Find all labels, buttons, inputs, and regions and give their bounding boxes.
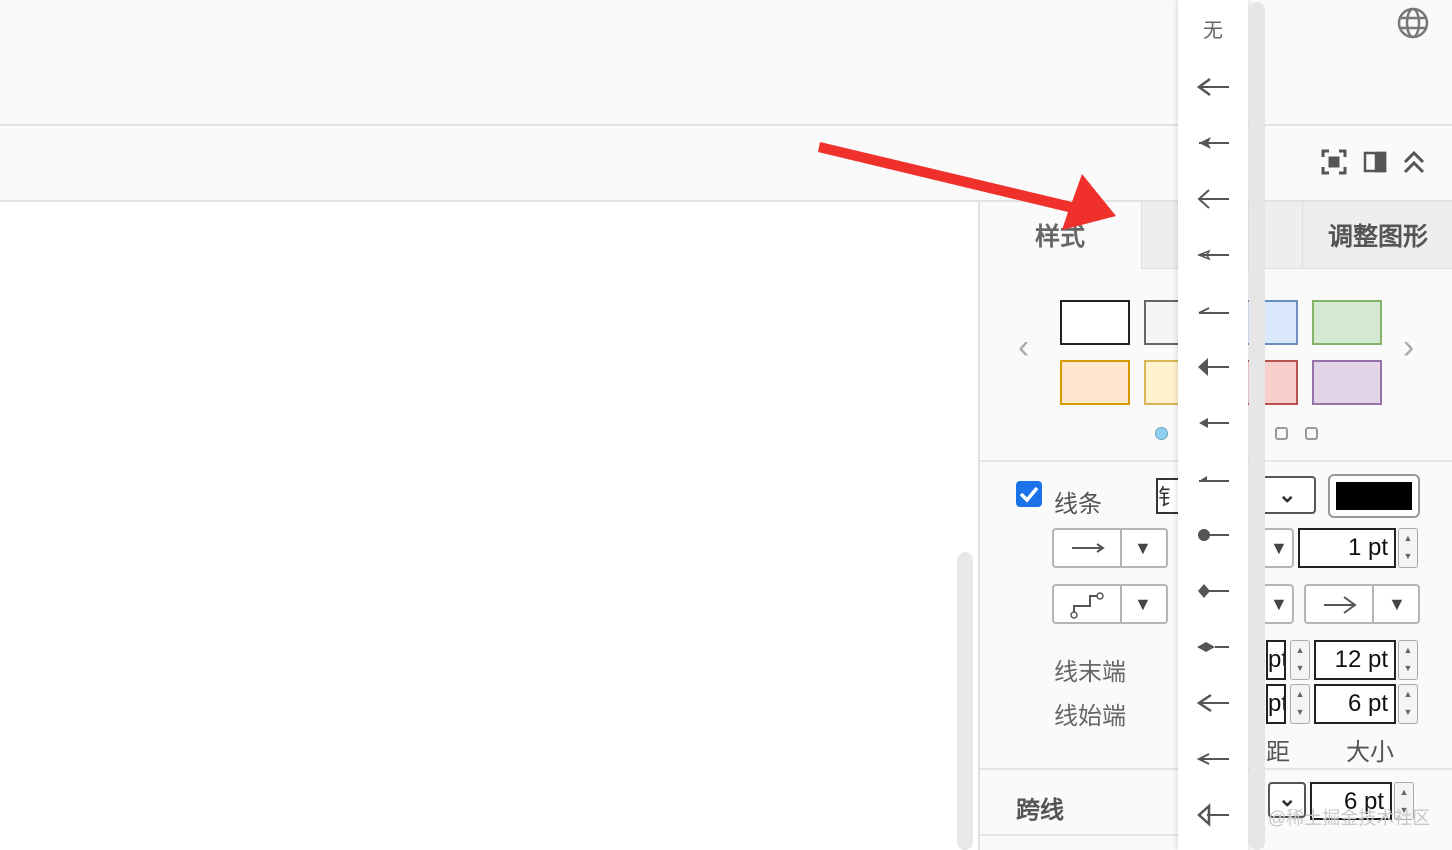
marker-option-block-thin[interactable]	[1178, 395, 1248, 451]
marker-option-box[interactable]	[1178, 787, 1248, 843]
marker-option-classic[interactable]	[1178, 115, 1248, 171]
marker-option-diamond-thin[interactable]	[1178, 619, 1248, 675]
marker-option-half[interactable]	[1178, 283, 1248, 339]
line-start-spacing-input[interactable]: pt	[1266, 684, 1286, 724]
block-thin-arrow-left-icon	[1199, 418, 1229, 428]
dropdown-scrollbar[interactable]	[1249, 2, 1265, 850]
open-box-arrow-left-icon	[1197, 803, 1229, 827]
arrow-marker-dropdown: 无	[1178, 0, 1248, 850]
canvas-scrollbar[interactable]	[957, 552, 973, 850]
classic-thin-arrow-left-icon	[1196, 249, 1229, 261]
marker-option-diamond[interactable]	[1178, 563, 1248, 619]
marker-option-dash[interactable]	[1178, 731, 1248, 787]
chevron-down-icon: ⌄	[1278, 482, 1297, 507]
collapse-up-icon[interactable]	[1402, 149, 1426, 175]
swatch-green[interactable]	[1312, 300, 1382, 345]
red-arrow-annotation	[818, 142, 1116, 230]
oval-marker-icon	[1198, 529, 1229, 541]
size-label: 大小	[1346, 739, 1394, 766]
orthogonal-connector-icon	[1070, 592, 1104, 619]
divider	[980, 834, 1180, 836]
line-label: 线条	[1054, 491, 1102, 518]
line-start-label: 线始端	[1054, 703, 1126, 730]
marker-option-half-block[interactable]	[1178, 451, 1248, 507]
marker-option-open[interactable]	[1178, 59, 1248, 115]
diamond-thin-marker-icon	[1197, 642, 1229, 652]
globe-icon[interactable]	[1396, 6, 1430, 40]
line-start-arrow-button[interactable]: ▼	[1262, 584, 1294, 624]
dropdown-caret-icon: ▼	[1134, 594, 1152, 614]
dropdown-caret-icon: ▼	[1270, 538, 1288, 558]
dropdown-caret-icon: ▼	[1134, 538, 1152, 558]
watermark: @稀土掘金技术社区	[1268, 808, 1431, 828]
classic-arrow-left-icon	[1199, 137, 1229, 149]
swatch-next-icon[interactable]: ›	[1403, 328, 1414, 367]
swatch-orange[interactable]	[1060, 360, 1130, 405]
block-arrow-left-icon	[1198, 358, 1229, 376]
marker-option-none[interactable]: 无	[1178, 0, 1248, 56]
swatch-purple[interactable]	[1312, 360, 1382, 405]
diagram-canvas[interactable]	[0, 202, 978, 850]
line-end-spacing-input[interactable]: pt	[1266, 640, 1286, 680]
line-end-size-stepper[interactable]: ▲ ▼	[1398, 640, 1418, 680]
dropdown-caret-icon: ▼	[1270, 594, 1288, 614]
swatch-white[interactable]	[1060, 300, 1130, 345]
line-pattern-select-text: 钅	[1158, 485, 1181, 510]
open-arrow-icon	[1324, 596, 1357, 614]
marker-option-open-async[interactable]	[1178, 675, 1248, 731]
spacing-label: 距	[1266, 739, 1290, 766]
waypoint-style-button[interactable]: ▼	[1052, 584, 1168, 624]
half-block-arrow-left-icon	[1199, 476, 1229, 482]
diamond-marker-icon	[1198, 584, 1229, 598]
marker-option-open-thin[interactable]	[1178, 171, 1248, 227]
line-width-stepper[interactable]: ▲ ▼	[1398, 528, 1418, 568]
line-end-arrow-button[interactable]: ▼	[1304, 584, 1420, 624]
line-start-marker-button[interactable]: ▼	[1262, 528, 1294, 568]
half-arrow-left-icon	[1198, 307, 1229, 314]
dropdown-caret-icon: ▼	[1388, 594, 1406, 614]
format-panel-toggle-icon[interactable]	[1363, 151, 1387, 173]
tab-arrange[interactable]: 调整图形	[1302, 202, 1452, 269]
straight-arrow-icon	[1072, 543, 1105, 553]
dash-arrow-left-icon	[1196, 753, 1229, 765]
line-jumps-label: 跨线	[1016, 797, 1064, 824]
line-color-swatch	[1336, 482, 1412, 510]
line-start-spacing-stepper[interactable]: ▲ ▼	[1290, 684, 1310, 724]
line-checkbox[interactable]	[1016, 481, 1042, 507]
marker-none-text: 无	[1203, 19, 1223, 42]
fullscreen-icon[interactable]	[1321, 149, 1347, 175]
line-end-label: 线末端	[1054, 659, 1126, 686]
swatch-prev-icon[interactable]: ‹	[1018, 328, 1029, 367]
page-dot[interactable]	[1275, 427, 1288, 440]
open-async-arrow-left-icon	[1196, 693, 1229, 713]
line-start-size-stepper[interactable]: ▲ ▼	[1398, 684, 1418, 724]
page-dot[interactable]	[1305, 427, 1318, 440]
marker-option-classic-thin[interactable]	[1178, 227, 1248, 283]
line-end-size-input[interactable]: 12 pt	[1314, 640, 1396, 680]
line-style-select[interactable]: ⌄	[1262, 476, 1316, 514]
checkmark-icon	[1019, 486, 1039, 503]
line-width-input[interactable]: 1 pt	[1298, 528, 1396, 568]
line-color-button[interactable]	[1328, 474, 1420, 518]
open-arrow-left-icon	[1196, 77, 1229, 97]
line-end-spacing-stepper[interactable]: ▲ ▼	[1290, 640, 1310, 680]
marker-option-block[interactable]	[1178, 339, 1248, 395]
page-dot-active[interactable]	[1155, 427, 1168, 440]
marker-option-oval[interactable]	[1178, 507, 1248, 563]
line-start-size-input[interactable]: 6 pt	[1314, 684, 1396, 724]
open-thin-arrow-left-icon	[1197, 189, 1229, 209]
connection-style-button[interactable]: ▼	[1052, 528, 1168, 568]
